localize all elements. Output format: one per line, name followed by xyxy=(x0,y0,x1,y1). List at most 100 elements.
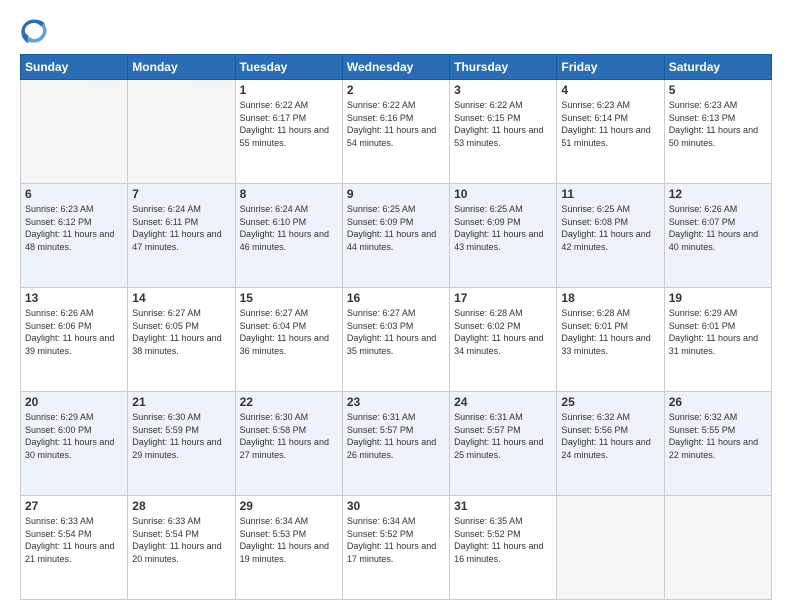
calendar-cell: 9 Sunrise: 6:25 AMSunset: 6:09 PMDaylight… xyxy=(342,184,449,288)
day-info: Sunrise: 6:26 AMSunset: 6:07 PMDaylight:… xyxy=(669,203,767,253)
day-number: 29 xyxy=(240,499,338,513)
weekday-header: Wednesday xyxy=(342,55,449,80)
calendar-cell: 28 Sunrise: 6:33 AMSunset: 5:54 PMDayligh… xyxy=(128,496,235,600)
day-number: 31 xyxy=(454,499,552,513)
calendar-cell: 24Sunrise: 6:31 AMSunset: 5:57 PMDayligh… xyxy=(450,392,557,496)
calendar-cell: 23 Sunrise: 6:31 AMSunset: 5:57 PMDayligh… xyxy=(342,392,449,496)
calendar-cell: 10Sunrise: 6:25 AMSunset: 6:09 PMDayligh… xyxy=(450,184,557,288)
calendar-cell: 14 Sunrise: 6:27 AMSunset: 6:05 PMDayligh… xyxy=(128,288,235,392)
day-info: Sunrise: 6:25 AMSunset: 6:08 PMDaylight:… xyxy=(561,203,659,253)
calendar-week-row: 1 Sunrise: 6:22 AMSunset: 6:17 PMDaylight… xyxy=(21,80,772,184)
day-info: Sunrise: 6:25 AMSunset: 6:09 PMDaylight:… xyxy=(347,203,445,253)
calendar-week-row: 13 Sunrise: 6:26 AMSunset: 6:06 PMDayligh… xyxy=(21,288,772,392)
calendar-cell: 8 Sunrise: 6:24 AMSunset: 6:10 PMDaylight… xyxy=(235,184,342,288)
page: SundayMondayTuesdayWednesdayThursdayFrid… xyxy=(0,0,792,612)
calendar-cell: 3 Sunrise: 6:22 AMSunset: 6:15 PMDaylight… xyxy=(450,80,557,184)
day-info: Sunrise: 6:23 AMSunset: 6:13 PMDaylight:… xyxy=(669,99,767,149)
day-number: 15 xyxy=(240,291,338,305)
calendar-cell: 29Sunrise: 6:34 AMSunset: 5:53 PMDayligh… xyxy=(235,496,342,600)
day-info: Sunrise: 6:35 AMSunset: 5:52 PMDaylight:… xyxy=(454,515,552,565)
day-number: 27 xyxy=(25,499,123,513)
day-info: Sunrise: 6:24 AMSunset: 6:11 PMDaylight:… xyxy=(132,203,230,253)
calendar: SundayMondayTuesdayWednesdayThursdayFrid… xyxy=(20,54,772,600)
day-number: 11 xyxy=(561,187,659,201)
day-info: Sunrise: 6:30 AMSunset: 5:59 PMDaylight:… xyxy=(132,411,230,461)
day-info: Sunrise: 6:22 AMSunset: 6:16 PMDaylight:… xyxy=(347,99,445,149)
day-info: Sunrise: 6:34 AMSunset: 5:52 PMDaylight:… xyxy=(347,515,445,565)
day-info: Sunrise: 6:22 AMSunset: 6:17 PMDaylight:… xyxy=(240,99,338,149)
day-info: Sunrise: 6:27 AMSunset: 6:05 PMDaylight:… xyxy=(132,307,230,357)
calendar-cell: 2 Sunrise: 6:22 AMSunset: 6:16 PMDaylight… xyxy=(342,80,449,184)
calendar-cell xyxy=(664,496,771,600)
day-number: 20 xyxy=(25,395,123,409)
day-info: Sunrise: 6:32 AMSunset: 5:55 PMDaylight:… xyxy=(669,411,767,461)
day-number: 22 xyxy=(240,395,338,409)
day-number: 2 xyxy=(347,83,445,97)
calendar-cell: 11 Sunrise: 6:25 AMSunset: 6:08 PMDayligh… xyxy=(557,184,664,288)
day-info: Sunrise: 6:32 AMSunset: 5:56 PMDaylight:… xyxy=(561,411,659,461)
logo xyxy=(20,16,52,44)
day-number: 4 xyxy=(561,83,659,97)
day-number: 9 xyxy=(347,187,445,201)
calendar-cell: 20 Sunrise: 6:29 AMSunset: 6:00 PMDayligh… xyxy=(21,392,128,496)
day-info: Sunrise: 6:29 AMSunset: 6:01 PMDaylight:… xyxy=(669,307,767,357)
day-info: Sunrise: 6:23 AMSunset: 6:14 PMDaylight:… xyxy=(561,99,659,149)
calendar-week-row: 6 Sunrise: 6:23 AMSunset: 6:12 PMDaylight… xyxy=(21,184,772,288)
day-info: Sunrise: 6:33 AMSunset: 5:54 PMDaylight:… xyxy=(25,515,123,565)
calendar-cell: 12 Sunrise: 6:26 AMSunset: 6:07 PMDayligh… xyxy=(664,184,771,288)
day-number: 28 xyxy=(132,499,230,513)
calendar-cell: 6 Sunrise: 6:23 AMSunset: 6:12 PMDaylight… xyxy=(21,184,128,288)
day-number: 14 xyxy=(132,291,230,305)
day-info: Sunrise: 6:31 AMSunset: 5:57 PMDaylight:… xyxy=(347,411,445,461)
calendar-cell xyxy=(557,496,664,600)
calendar-header-row: SundayMondayTuesdayWednesdayThursdayFrid… xyxy=(21,55,772,80)
day-info: Sunrise: 6:23 AMSunset: 6:12 PMDaylight:… xyxy=(25,203,123,253)
calendar-week-row: 20 Sunrise: 6:29 AMSunset: 6:00 PMDayligh… xyxy=(21,392,772,496)
day-info: Sunrise: 6:29 AMSunset: 6:00 PMDaylight:… xyxy=(25,411,123,461)
calendar-cell: 21 Sunrise: 6:30 AMSunset: 5:59 PMDayligh… xyxy=(128,392,235,496)
day-info: Sunrise: 6:26 AMSunset: 6:06 PMDaylight:… xyxy=(25,307,123,357)
day-info: Sunrise: 6:28 AMSunset: 6:02 PMDaylight:… xyxy=(454,307,552,357)
weekday-header: Friday xyxy=(557,55,664,80)
calendar-cell: 17 Sunrise: 6:28 AMSunset: 6:02 PMDayligh… xyxy=(450,288,557,392)
calendar-cell: 5Sunrise: 6:23 AMSunset: 6:13 PMDaylight… xyxy=(664,80,771,184)
calendar-week-row: 27 Sunrise: 6:33 AMSunset: 5:54 PMDayligh… xyxy=(21,496,772,600)
day-number: 1 xyxy=(240,83,338,97)
weekday-header: Saturday xyxy=(664,55,771,80)
header xyxy=(20,16,772,44)
day-number: 16 xyxy=(347,291,445,305)
day-number: 12 xyxy=(669,187,767,201)
calendar-cell: 4 Sunrise: 6:23 AMSunset: 6:14 PMDaylight… xyxy=(557,80,664,184)
day-number: 26 xyxy=(669,395,767,409)
calendar-cell: 30 Sunrise: 6:34 AMSunset: 5:52 PMDayligh… xyxy=(342,496,449,600)
day-number: 3 xyxy=(454,83,552,97)
weekday-header: Thursday xyxy=(450,55,557,80)
calendar-cell: 25Sunrise: 6:32 AMSunset: 5:56 PMDayligh… xyxy=(557,392,664,496)
day-info: Sunrise: 6:33 AMSunset: 5:54 PMDaylight:… xyxy=(132,515,230,565)
day-number: 7 xyxy=(132,187,230,201)
day-info: Sunrise: 6:30 AMSunset: 5:58 PMDaylight:… xyxy=(240,411,338,461)
calendar-cell xyxy=(128,80,235,184)
day-number: 17 xyxy=(454,291,552,305)
calendar-cell: 7 Sunrise: 6:24 AMSunset: 6:11 PMDaylight… xyxy=(128,184,235,288)
calendar-cell: 1 Sunrise: 6:22 AMSunset: 6:17 PMDaylight… xyxy=(235,80,342,184)
day-number: 30 xyxy=(347,499,445,513)
calendar-cell: 13 Sunrise: 6:26 AMSunset: 6:06 PMDayligh… xyxy=(21,288,128,392)
weekday-header: Sunday xyxy=(21,55,128,80)
day-number: 19 xyxy=(669,291,767,305)
day-number: 21 xyxy=(132,395,230,409)
day-number: 24 xyxy=(454,395,552,409)
day-info: Sunrise: 6:22 AMSunset: 6:15 PMDaylight:… xyxy=(454,99,552,149)
calendar-cell xyxy=(21,80,128,184)
calendar-cell: 27 Sunrise: 6:33 AMSunset: 5:54 PMDayligh… xyxy=(21,496,128,600)
day-info: Sunrise: 6:24 AMSunset: 6:10 PMDaylight:… xyxy=(240,203,338,253)
day-info: Sunrise: 6:28 AMSunset: 6:01 PMDaylight:… xyxy=(561,307,659,357)
day-number: 23 xyxy=(347,395,445,409)
calendar-cell: 19 Sunrise: 6:29 AMSunset: 6:01 PMDayligh… xyxy=(664,288,771,392)
day-number: 18 xyxy=(561,291,659,305)
day-number: 6 xyxy=(25,187,123,201)
day-number: 13 xyxy=(25,291,123,305)
day-number: 8 xyxy=(240,187,338,201)
calendar-cell: 26 Sunrise: 6:32 AMSunset: 5:55 PMDayligh… xyxy=(664,392,771,496)
logo-icon xyxy=(20,16,48,44)
